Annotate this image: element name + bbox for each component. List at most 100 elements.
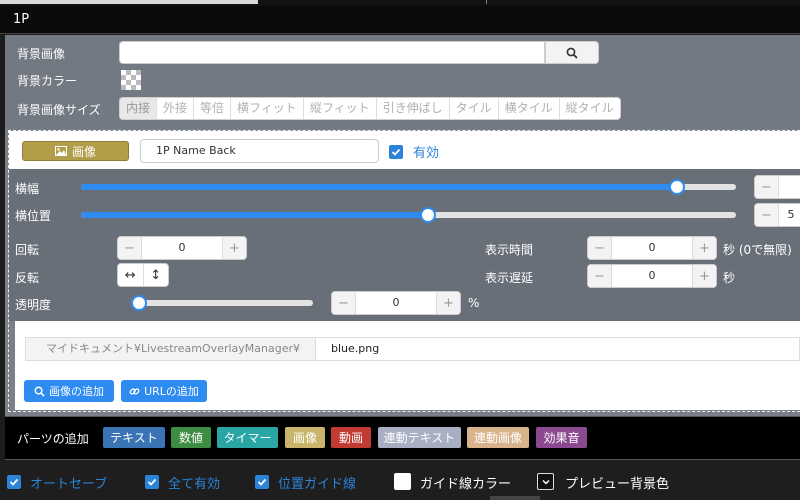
guides-label: 位置ガイド線 <box>278 477 357 492</box>
add-image-button[interactable]: 画像の追加 <box>24 380 114 402</box>
bg-image-search-button[interactable] <box>545 41 599 64</box>
bg-size-option[interactable]: 等倍 <box>194 98 232 119</box>
add-parts-bar: パーツの追加 テキスト 数値 タイマー 画像 動画 連動テキスト 連動画像 効果… <box>5 416 800 460</box>
check-icon <box>9 478 19 486</box>
file-list: マイドキュメント¥LivestreamOverlayManager¥ blue.… <box>15 321 800 376</box>
rotation-decrement-button[interactable]: − <box>118 237 142 259</box>
width-value[interactable] <box>779 176 800 198</box>
layer-type-button[interactable]: 画像 <box>22 141 129 161</box>
check-icon <box>147 478 157 486</box>
display-delay-unit: 秒 <box>723 271 736 285</box>
add-video-button[interactable]: 動画 <box>331 427 371 448</box>
file-name[interactable]: blue.png <box>315 337 800 361</box>
bg-color-label: 背景カラー <box>17 74 78 88</box>
xpos-decrement-button[interactable]: − <box>755 204 779 226</box>
bg-color-swatch[interactable] <box>121 70 141 90</box>
display-delay-value[interactable]: 0 <box>612 265 692 287</box>
width-slider[interactable] <box>81 179 736 195</box>
width-decrement-button[interactable]: − <box>755 176 779 198</box>
display-delay-stepper: − 0 + <box>587 264 717 288</box>
autosave-checkbox[interactable] <box>7 475 21 489</box>
opacity-label: 透明度 <box>15 298 52 312</box>
bg-size-option[interactable]: タイル <box>450 98 499 119</box>
display-time-decrement-button[interactable]: − <box>588 237 612 259</box>
file-path: マイドキュメント¥LivestreamOverlayManager¥ <box>25 337 315 361</box>
display-delay-label: 表示遅延 <box>485 271 534 285</box>
title-bar: 1P <box>0 6 800 34</box>
autosave-label: オートセーブ <box>30 477 108 492</box>
display-delay-decrement-button[interactable]: − <box>588 265 612 287</box>
opacity-value[interactable]: 0 <box>356 292 436 314</box>
xpos-value[interactable]: 5 <box>779 204 800 226</box>
bg-size-option[interactable]: 縦タイル <box>560 98 620 119</box>
flip-horizontal-icon[interactable]: ↔ <box>118 264 144 286</box>
xpos-slider-fill <box>81 212 428 218</box>
rotation-value[interactable]: 0 <box>142 237 222 259</box>
width-slider-thumb[interactable] <box>669 179 685 195</box>
layer-properties: 横幅 − 横位置 − 5 回転 − 0 + 表示時間 − 0 + 秒 (0で無限… <box>9 169 800 321</box>
add-url-label: URLの追加 <box>144 385 199 398</box>
bg-size-options: 内接 外接 等倍 横フィット 縦フィット 引き伸ばし タイル 横タイル 縦タイル <box>119 97 621 120</box>
add-linked-text-button[interactable]: 連動テキスト <box>378 427 461 448</box>
check-icon <box>391 148 401 156</box>
add-image-part-button[interactable]: 画像 <box>285 427 325 448</box>
rotation-label: 回転 <box>15 243 40 257</box>
guides-checkbox[interactable] <box>255 475 269 489</box>
opacity-slider-thumb[interactable] <box>131 295 147 311</box>
preview-bg-label: プレビュー背景色 <box>565 477 670 492</box>
flip-buttons: ↔ ↕ <box>117 263 169 287</box>
add-url-button[interactable]: URLの追加 <box>121 380 207 402</box>
bg-size-option[interactable]: 内接 <box>120 98 158 119</box>
footer-bar: オートセーブ 全て有効 位置ガイド線 ガイド線カラー プレビュー背景色 <box>0 461 800 500</box>
display-delay-increment-button[interactable]: + <box>692 265 716 287</box>
image-icon <box>54 146 67 156</box>
bg-size-option[interactable]: 縦フィット <box>304 98 377 119</box>
bg-size-option[interactable]: 横フィット <box>231 98 304 119</box>
add-text-button[interactable]: テキスト <box>103 427 165 448</box>
footer-scroll-indicator <box>490 496 540 500</box>
display-time-value[interactable]: 0 <box>612 237 692 259</box>
flip-vertical-icon[interactable]: ↕ <box>144 264 169 286</box>
bg-image-input[interactable] <box>119 41 545 64</box>
add-sound-effect-button[interactable]: 効果音 <box>536 427 587 448</box>
layer-type-label: 画像 <box>71 144 96 159</box>
file-actions: 画像の追加 URLの追加 <box>15 376 800 410</box>
guide-color-label: ガイド線カラー <box>420 477 512 492</box>
check-icon <box>257 478 267 486</box>
display-time-label: 表示時間 <box>485 243 534 257</box>
bg-size-option[interactable]: 引き伸ばし <box>377 98 450 119</box>
opacity-stepper: − 0 + <box>331 291 461 315</box>
flip-label: 反転 <box>15 271 40 285</box>
all-enabled-label: 全て有効 <box>168 477 221 492</box>
add-parts-label: パーツの追加 <box>17 432 89 446</box>
display-time-increment-button[interactable]: + <box>692 237 716 259</box>
search-icon <box>34 386 45 397</box>
xpos-stepper: − 5 <box>754 203 800 227</box>
add-number-button[interactable]: 数値 <box>171 427 211 448</box>
width-label: 横幅 <box>15 182 40 196</box>
tab-strip-active[interactable] <box>0 0 258 4</box>
rotation-increment-button[interactable]: + <box>222 237 246 259</box>
all-enabled-checkbox[interactable] <box>145 475 159 489</box>
bg-size-option[interactable]: 横タイル <box>499 98 560 119</box>
width-slider-fill <box>81 184 677 190</box>
search-icon <box>566 47 578 59</box>
rotation-stepper: − 0 + <box>117 236 247 260</box>
xpos-slider[interactable] <box>81 207 736 223</box>
opacity-slider[interactable] <box>131 295 313 311</box>
opacity-increment-button[interactable]: + <box>436 292 460 314</box>
layer-name-input[interactable]: 1P Name Back <box>140 139 379 163</box>
preview-bg-dropdown[interactable] <box>537 473 554 490</box>
display-time-unit: 秒 (0で無限) <box>723 243 792 257</box>
xpos-slider-thumb[interactable] <box>420 207 436 223</box>
opacity-unit: % <box>468 296 480 310</box>
add-linked-image-button[interactable]: 連動画像 <box>467 427 529 448</box>
tab-divider <box>486 0 487 4</box>
layer-enabled-checkbox[interactable] <box>389 145 403 159</box>
opacity-decrement-button[interactable]: − <box>332 292 356 314</box>
add-timer-button[interactable]: タイマー <box>217 427 278 448</box>
bg-size-label: 背景画像サイズ <box>17 103 101 117</box>
guide-color-swatch[interactable] <box>394 473 411 490</box>
chevron-down-icon <box>541 479 550 485</box>
bg-size-option[interactable]: 外接 <box>157 98 195 119</box>
